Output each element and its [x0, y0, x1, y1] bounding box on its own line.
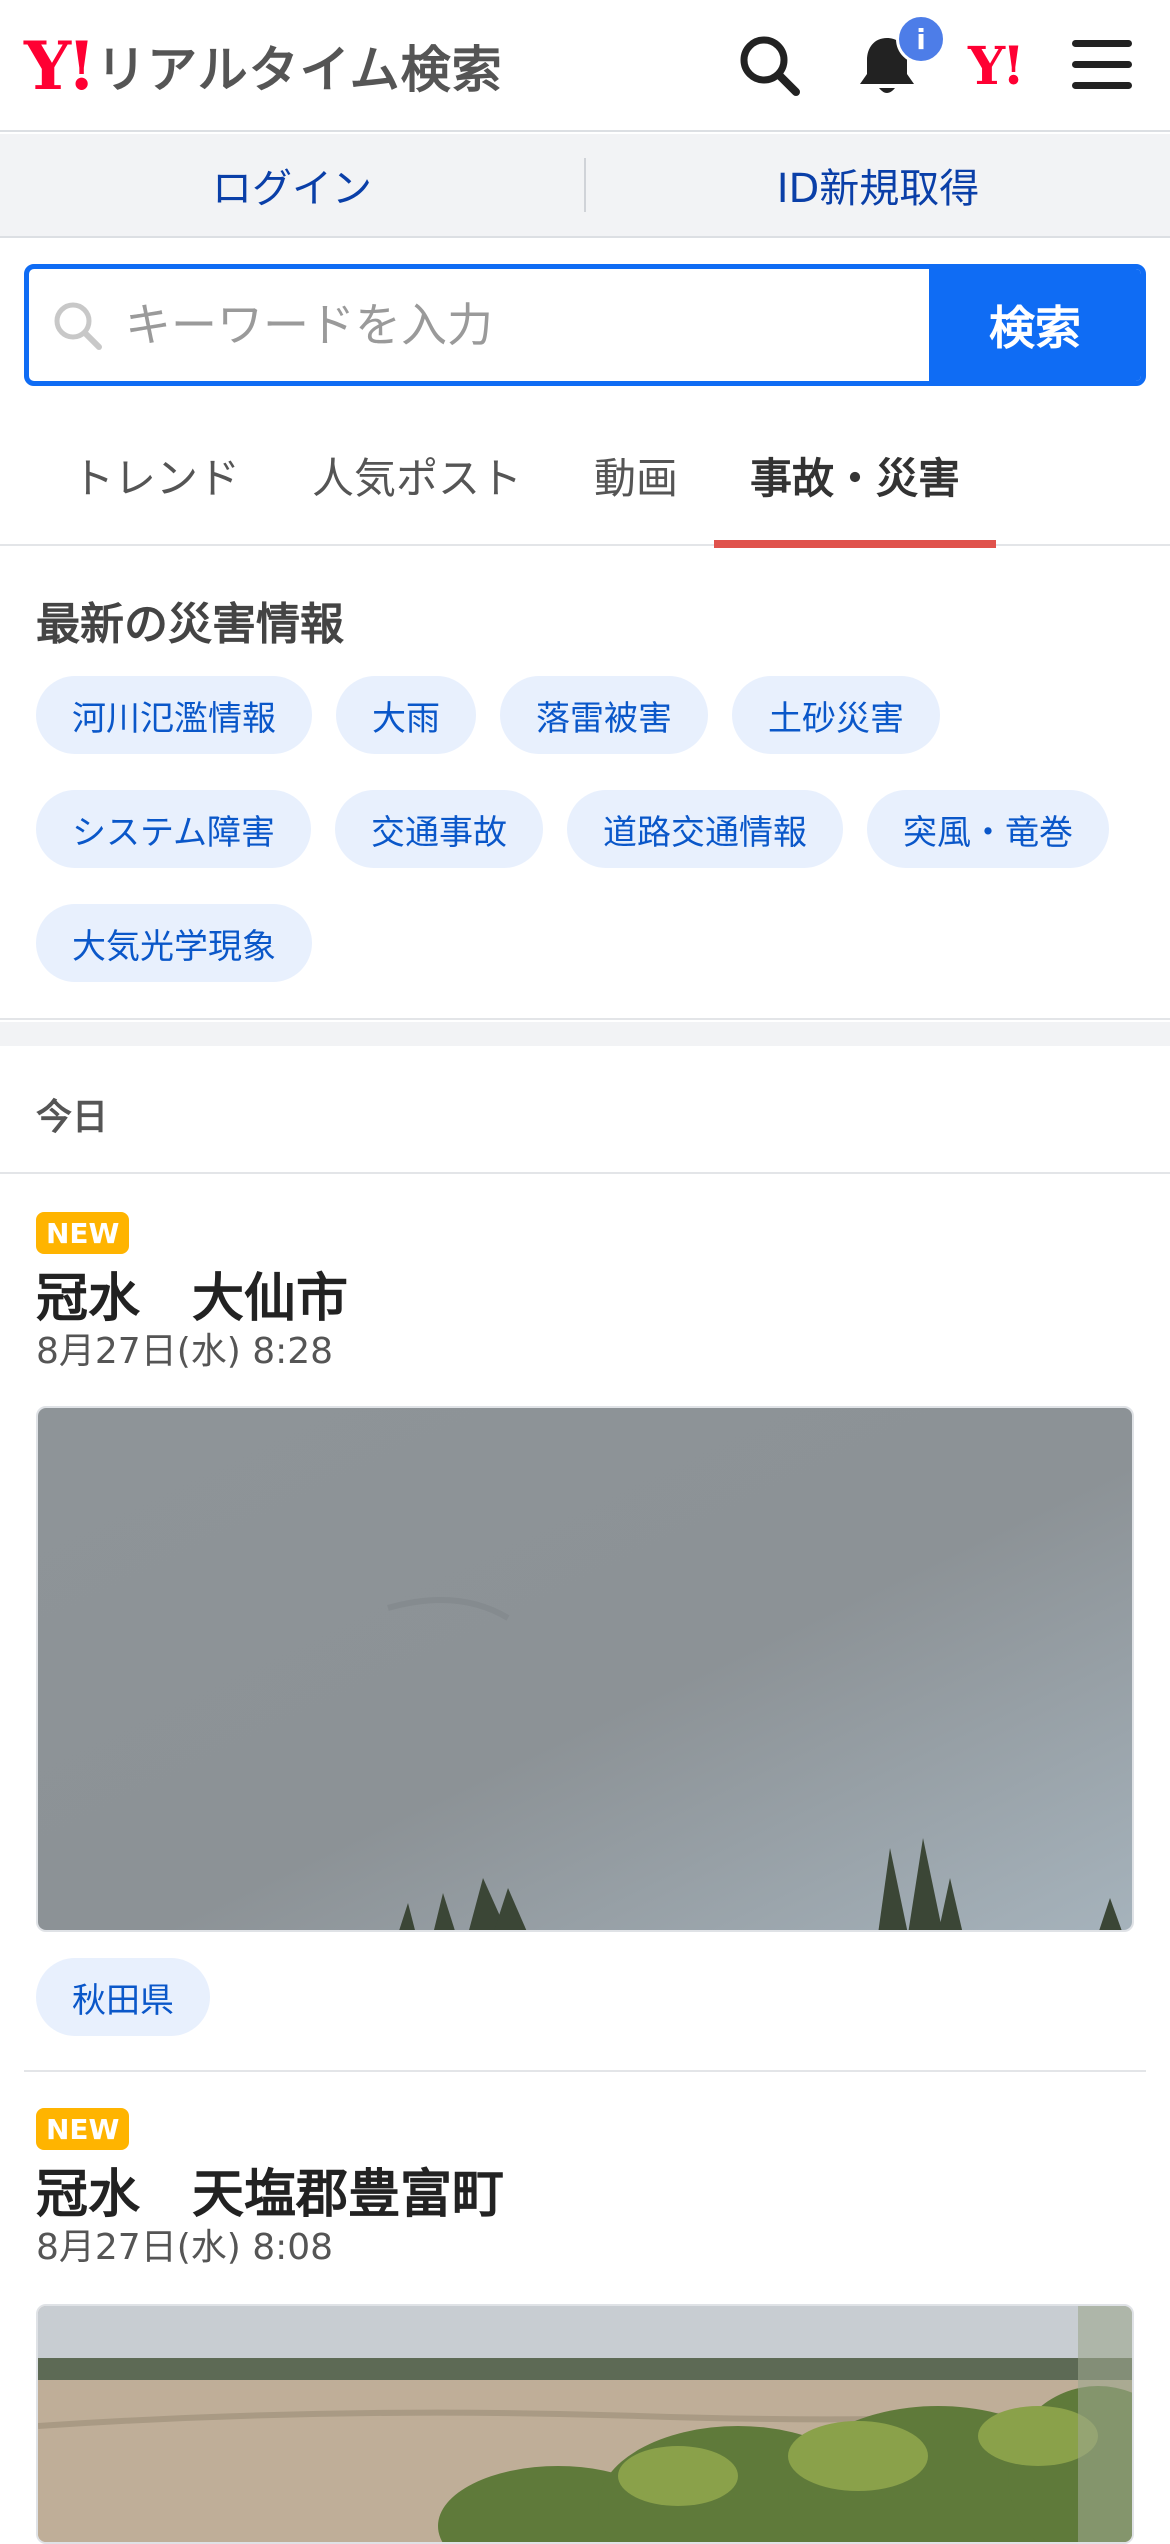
notification-badge[interactable]: i — [896, 14, 946, 64]
search-icon[interactable] — [734, 30, 804, 100]
tab-popular-posts[interactable]: 人気ポスト — [276, 404, 558, 546]
magnifier-icon — [54, 302, 102, 350]
tab-video[interactable]: 動画 — [558, 404, 714, 546]
account-bar: ログイン ID新規取得 — [0, 134, 1170, 238]
article-title[interactable]: 冠水 大仙市 — [36, 1256, 348, 1331]
article-title[interactable]: 冠水 天塩郡豊富町 — [36, 2152, 504, 2227]
search-field-icon — [29, 269, 125, 381]
article-timestamp: 8月27日(水) 8:28 — [36, 1331, 334, 1372]
category-tabs: トレンド 人気ポスト 動画 事故・災害 — [0, 404, 1170, 548]
app-header: Y! リアルタイム検索 i Y! — [0, 0, 1170, 132]
article-photo[interactable] — [36, 2304, 1134, 2544]
chip-heavy-rain[interactable]: 大雨 — [336, 676, 476, 754]
login-link[interactable]: ログイン — [0, 134, 584, 236]
chip-system-failure[interactable]: システム障害 — [36, 790, 311, 868]
date-group-header: 今日 — [0, 1046, 1170, 1174]
search-form: 検索 — [24, 264, 1146, 386]
gray-sky-photo — [38, 1408, 1132, 1930]
tab-trend[interactable]: トレンド — [36, 404, 276, 546]
disaster-chip-list: 河川氾濫情報 大雨 落雷被害 土砂災害 システム障害 交通事故 道路交通情報 突… — [36, 676, 1146, 982]
new-badge: NEW — [36, 2108, 130, 2150]
article-card[interactable]: NEW 冠水 天塩郡豊富町 8月27日(水) 8:08 — [0, 2072, 1170, 2544]
article-timestamp: 8月27日(水) 8:08 — [36, 2227, 334, 2268]
chip-river-flood[interactable]: 河川氾濫情報 — [36, 676, 312, 754]
disaster-info-section: 最新の災害情報 河川氾濫情報 大雨 落雷被害 土砂災害 システム障害 交通事故 … — [0, 548, 1170, 1020]
register-link[interactable]: ID新規取得 — [586, 134, 1170, 236]
section-title: 最新の災害情報 — [36, 599, 344, 650]
search-button[interactable]: 検索 — [929, 269, 1141, 381]
chip-road-traffic[interactable]: 道路交通情報 — [566, 790, 843, 868]
hamburger-menu-icon[interactable] — [1068, 30, 1138, 100]
chip-gust-tornado[interactable]: 突風・竜巻 — [866, 790, 1109, 868]
article-photo[interactable] — [36, 1406, 1134, 1932]
flooded-field-photo — [38, 2306, 1132, 2542]
yahoo-logo-mark: Y! — [24, 27, 96, 105]
logo-text: リアルタイム検索 — [96, 41, 503, 99]
article-card[interactable]: NEW 冠水 大仙市 8月27日(水) 8:28 秋田県 — [0, 1176, 1170, 2076]
yahoo-realtime-logo[interactable]: Y! リアルタイム検索 — [24, 30, 503, 102]
chip-lightning-damage[interactable]: 落雷被害 — [500, 676, 708, 754]
search-input[interactable] — [125, 269, 929, 381]
section-gap — [0, 1022, 1170, 1046]
chip-traffic-accident[interactable]: 交通事故 — [334, 790, 543, 868]
new-badge: NEW — [36, 1212, 130, 1254]
date-group-label: 今日 — [36, 1097, 109, 1138]
chip-optical-phenomena[interactable]: 大気光学現象 — [36, 904, 312, 982]
prefecture-tag[interactable]: 秋田県 — [36, 1958, 210, 2036]
chip-landslide[interactable]: 土砂災害 — [732, 676, 940, 754]
tab-accident-disaster[interactable]: 事故・災害 — [714, 404, 997, 548]
yahoo-japan-icon[interactable]: Y! — [968, 36, 1025, 97]
